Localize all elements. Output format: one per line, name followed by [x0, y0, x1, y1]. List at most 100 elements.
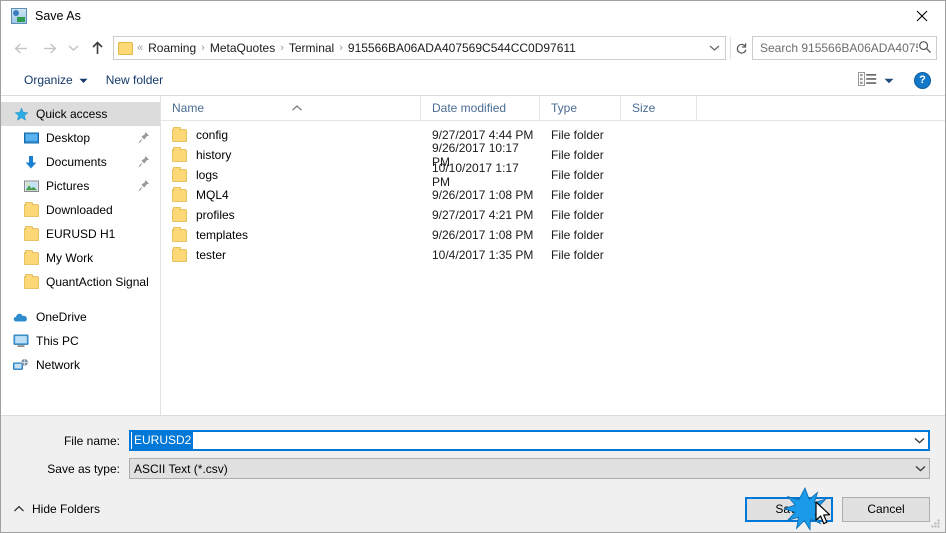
dialog-body: Quick access Desktop Documents Pictures … — [1, 95, 945, 415]
file-name-row: File name: EURUSD2 — [16, 430, 930, 451]
address-overflow[interactable]: « — [136, 37, 144, 59]
sidebar-item-this-pc[interactable]: This PC — [1, 329, 160, 353]
row-name-cell: profiles — [161, 206, 421, 222]
breadcrumb-roaming[interactable]: Roaming — [144, 37, 200, 59]
folder-icon — [172, 226, 187, 242]
breadcrumb-terminal[interactable]: Terminal — [285, 37, 338, 59]
column-header-row: Name Date modified Type Size — [161, 95, 945, 121]
file-name-label: File name: — [63, 433, 120, 448]
forward-arrow-icon[interactable] — [35, 35, 63, 61]
sidebar-item-label: EURUSD H1 — [46, 227, 116, 241]
chevron-up-icon — [13, 502, 25, 516]
sidebar-item-label: QuantAction Signal — [46, 275, 149, 289]
onedrive-icon — [13, 309, 29, 325]
row-name-cell: history — [161, 146, 421, 162]
column-header-name[interactable]: Name — [161, 95, 421, 121]
navigation-sidebar: Quick access Desktop Documents Pictures … — [1, 96, 161, 415]
folder-icon — [172, 166, 187, 182]
save-form: File name: EURUSD2 Save as type: ASCII T… — [1, 415, 945, 486]
file-list-pane: Name Date modified Type Size config 9/27… — [161, 95, 945, 415]
new-folder-label: New folder — [105, 73, 164, 87]
change-view-button[interactable] — [852, 70, 900, 91]
column-header-date-modified[interactable]: Date modified — [421, 95, 540, 121]
column-header-size-label: Size — [632, 100, 656, 115]
file-name: logs — [196, 168, 219, 182]
refresh-icon[interactable] — [730, 37, 752, 59]
sidebar-item-my-work[interactable]: My Work — [1, 246, 160, 270]
hide-folders-label: Hide Folders — [32, 502, 101, 516]
pin-icon[interactable] — [138, 131, 150, 144]
column-header-size[interactable]: Size — [621, 95, 697, 121]
sidebar-item-label: Pictures — [46, 179, 90, 193]
file-date-modified: 9/27/2017 4:21 PM — [432, 208, 534, 222]
new-folder-button[interactable]: New folder — [97, 70, 172, 90]
sidebar-item-downloaded[interactable]: Downloaded — [1, 198, 160, 222]
help-icon[interactable]: ? — [914, 71, 931, 89]
file-type: File folder — [551, 128, 604, 142]
sidebar-item-label: Documents — [46, 155, 107, 169]
folder-icon — [172, 206, 187, 222]
up-arrow-icon[interactable] — [83, 35, 111, 61]
resize-grip-icon[interactable] — [929, 517, 942, 530]
column-header-date-label: Date modified — [432, 100, 507, 115]
file-name-chevron-down-icon[interactable] — [911, 437, 928, 444]
table-row[interactable]: logs 10/10/2017 1:17 PM File folder — [161, 161, 945, 189]
file-type: File folder — [551, 168, 604, 182]
sidebar-item-quantaction-signal[interactable]: QuantAction Signal — [1, 270, 160, 294]
sidebar-item-desktop[interactable]: Desktop — [1, 126, 160, 150]
sort-ascending-icon — [291, 96, 303, 121]
file-date-modified: 10/10/2017 1:17 PM — [432, 161, 519, 189]
save-as-type-select[interactable]: ASCII Text (*.csv) — [129, 458, 930, 479]
pin-icon[interactable] — [138, 179, 150, 192]
table-row[interactable]: profiles 9/27/2017 4:21 PM File folder — [161, 205, 945, 225]
close-icon[interactable] — [899, 1, 945, 31]
file-name: config — [196, 128, 229, 142]
network-icon — [13, 357, 29, 373]
recent-locations-chevron-down-icon[interactable] — [63, 35, 83, 61]
row-name-cell: logs — [161, 166, 421, 182]
breadcrumb-terminal-id[interactable]: 915566BA06ADA407569C544CC0D97611 — [344, 37, 580, 59]
save-button[interactable]: Save — [745, 496, 833, 522]
table-row[interactable]: MQL4 9/26/2017 1:08 PM File folder — [161, 185, 945, 205]
save-as-type-value: ASCII Text (*.csv) — [134, 461, 228, 476]
desktop-icon — [23, 130, 39, 146]
sidebar-item-eurusd-h1[interactable]: EURUSD H1 — [1, 222, 160, 246]
file-name-input[interactable]: EURUSD2 — [129, 430, 930, 451]
folder-icon — [172, 126, 187, 142]
breadcrumb-metaquotes[interactable]: MetaQuotes — [206, 37, 279, 59]
save-as-type-chevron-down-icon[interactable] — [912, 465, 929, 472]
pictures-icon — [23, 178, 39, 194]
address-bar[interactable]: « Roaming › MetaQuotes › Terminal › 9155… — [113, 36, 726, 60]
sidebar-item-network[interactable]: Network — [1, 353, 160, 377]
sidebar-item-label: My Work — [46, 251, 94, 265]
sidebar-item-documents[interactable]: Documents — [1, 150, 160, 174]
organize-label: Organize — [24, 73, 73, 87]
table-row[interactable]: templates 9/26/2017 1:08 PM File folder — [161, 225, 945, 245]
sidebar-item-pictures[interactable]: Pictures — [1, 174, 160, 198]
column-header-name-label: Name — [172, 100, 205, 115]
table-row[interactable]: config 9/27/2017 4:44 PM File folder — [161, 125, 945, 145]
address-chevron-down-icon[interactable] — [703, 37, 725, 59]
table-row[interactable]: tester 10/4/2017 1:35 PM File folder — [161, 245, 945, 265]
search-placeholder: Search 915566BA06ADA40756... — [760, 41, 918, 55]
save-as-type-row: Save as type: ASCII Text (*.csv) — [16, 458, 930, 479]
hide-folders-button[interactable]: Hide Folders — [13, 502, 100, 516]
sidebar-item-quick-access[interactable]: Quick access — [1, 102, 160, 126]
file-date-modified: 9/26/2017 1:08 PM — [432, 188, 534, 202]
save-as-icon — [11, 8, 27, 24]
back-arrow-icon[interactable] — [7, 35, 35, 61]
pin-icon[interactable] — [138, 155, 150, 168]
organize-button[interactable]: Organize — [15, 70, 97, 90]
cancel-button[interactable]: Cancel — [842, 496, 930, 522]
save-button-label: Save — [775, 502, 803, 516]
row-name-cell: config — [161, 126, 421, 142]
sidebar-item-onedrive[interactable]: OneDrive — [1, 305, 160, 329]
search-input[interactable]: Search 915566BA06ADA40756... — [752, 36, 937, 60]
folder-icon — [23, 249, 39, 266]
table-row[interactable]: history 9/26/2017 10:17 PM File folder — [161, 141, 945, 169]
column-header-type[interactable]: Type — [540, 95, 621, 121]
save-as-type-label: Save as type: — [47, 461, 120, 476]
sidebar-item-label: Desktop — [46, 131, 91, 145]
star-icon — [13, 106, 29, 122]
